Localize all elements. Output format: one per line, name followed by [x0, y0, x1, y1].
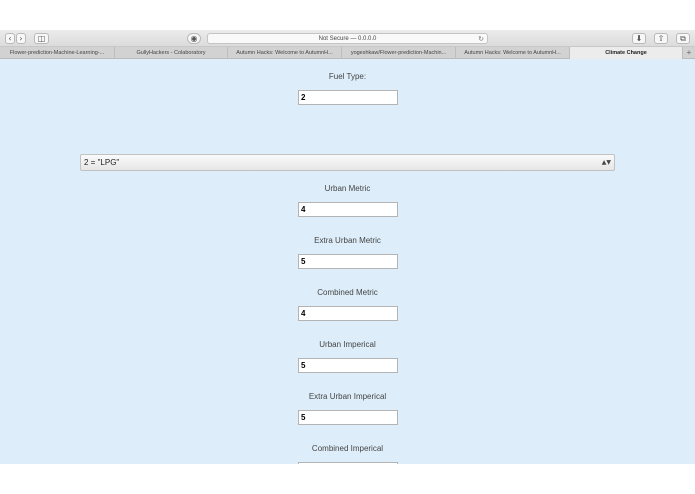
- download-icon[interactable]: ⬇: [632, 33, 646, 44]
- tab-flower-prediction[interactable]: Flower-prediction-Machine-Learning-...: [0, 47, 115, 59]
- urban-metric-input[interactable]: 4: [298, 202, 398, 217]
- combined-imperical-label: Combined Imperical: [311, 444, 384, 453]
- page-content: Fuel Type: 2 2 = "LPG" ▲▼ Urban Metric 4…: [0, 60, 695, 464]
- fuel-type-label: Fuel Type:: [328, 72, 367, 81]
- select-arrows-icon: ▲▼: [601, 159, 611, 166]
- browser-toolbar: ‹ › ◫ ◉ Not Secure — 0.0.0.0 ↻ ⬇ ⇧ ⧉: [0, 30, 695, 47]
- reload-icon[interactable]: ↻: [478, 34, 484, 44]
- combined-imperical-input[interactable]: 5: [298, 462, 398, 464]
- fuel-type-select[interactable]: 2 = "LPG" ▲▼: [80, 154, 615, 171]
- tabs-overview-icon[interactable]: ⧉: [676, 33, 690, 44]
- tab-autumn-hacks-1[interactable]: Autumn Hacks: Welcome to AutumnH...: [228, 47, 342, 59]
- forward-icon[interactable]: ›: [16, 33, 26, 44]
- combined-metric-input[interactable]: 4: [298, 306, 398, 321]
- extra-urban-metric-label: Extra Urban Metric: [314, 236, 381, 245]
- sidebar-icon[interactable]: ◫: [34, 33, 49, 44]
- new-tab-icon[interactable]: +: [683, 47, 695, 59]
- urban-imperical-label: Urban Imperical: [319, 340, 376, 349]
- urban-metric-label: Urban Metric: [324, 184, 371, 193]
- fuel-type-select-value: 2 = "LPG": [84, 158, 120, 167]
- fuel-type-input[interactable]: 2: [298, 90, 398, 105]
- back-icon[interactable]: ‹: [5, 33, 15, 44]
- tab-gullyhackers[interactable]: GullyHackers - Colaboratory: [115, 47, 228, 59]
- extra-urban-imperical-label: Extra Urban Imperical: [308, 392, 387, 401]
- share-icon[interactable]: ⇧: [654, 33, 668, 44]
- tab-autumn-hacks-2[interactable]: Autumn Hacks: Welcome to AutumnH...: [456, 47, 570, 59]
- address-text: Not Secure — 0.0.0.0: [318, 36, 377, 42]
- extra-urban-metric-input[interactable]: 5: [298, 254, 398, 269]
- tab-yogeshkaw[interactable]: yogeshkaw/Flower-prediction-Machin...: [342, 47, 456, 59]
- address-bar[interactable]: Not Secure — 0.0.0.0 ↻: [207, 33, 488, 44]
- urban-imperical-input[interactable]: 5: [298, 358, 398, 373]
- privacy-icon[interactable]: ◉: [187, 33, 201, 44]
- combined-metric-label: Combined Metric: [317, 288, 378, 297]
- browser-window: ‹ › ◫ ◉ Not Secure — 0.0.0.0 ↻ ⬇ ⇧ ⧉ Flo…: [0, 30, 695, 464]
- tab-climate-change[interactable]: Climate Change: [570, 47, 683, 59]
- tab-bar: Flower-prediction-Machine-Learning-... G…: [0, 47, 695, 59]
- extra-urban-imperical-input[interactable]: 5: [298, 410, 398, 425]
